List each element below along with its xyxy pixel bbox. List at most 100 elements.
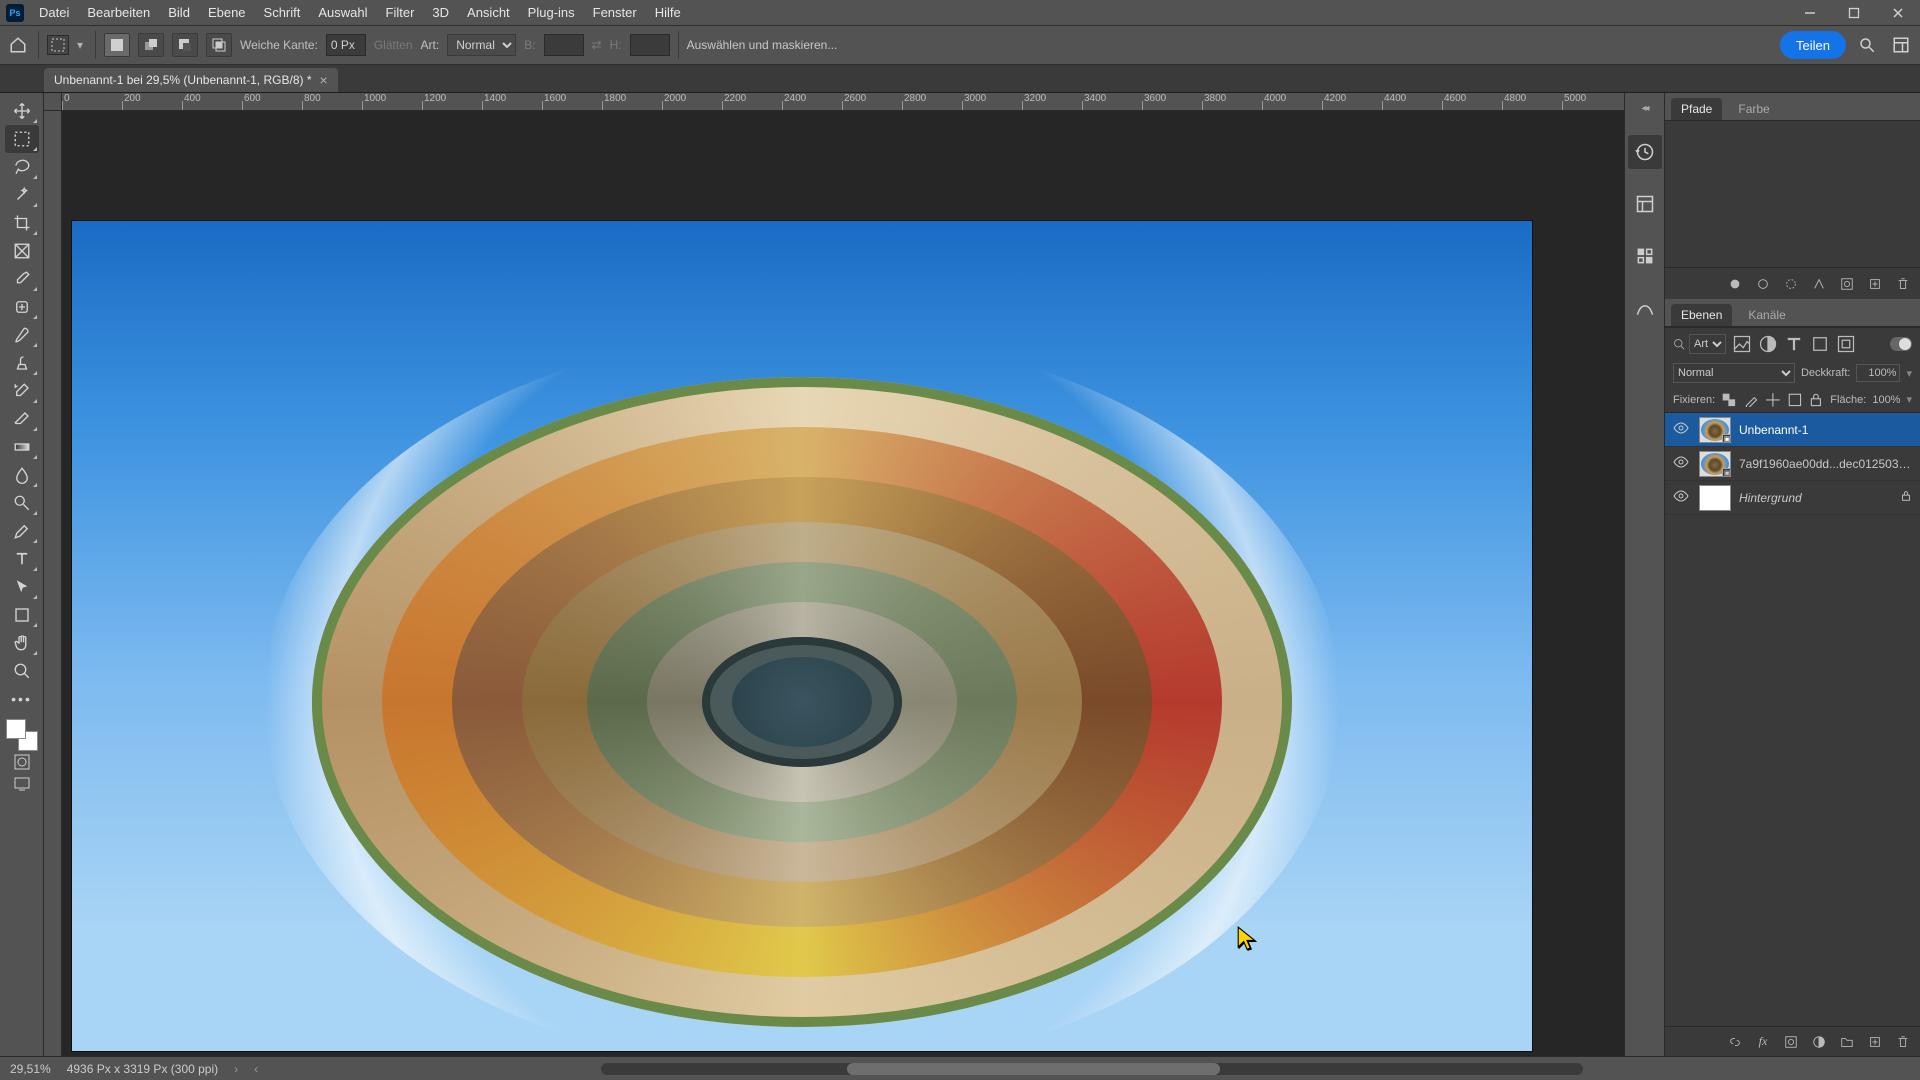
tab-channels[interactable]: Kanäle [1738,304,1795,326]
tab-layers[interactable]: Ebenen [1671,304,1732,326]
menu-layer[interactable]: Ebene [199,0,255,25]
visibility-toggle-icon[interactable] [1673,456,1691,471]
selection-intersect-button[interactable] [206,33,232,57]
current-tool-preset[interactable] [47,35,69,55]
edit-toolbar[interactable]: ••• [5,685,39,713]
opacity-input[interactable]: 100% [1856,364,1900,382]
pen-tool[interactable] [5,517,39,545]
filter-toggle[interactable] [1890,337,1912,351]
document-image[interactable] [72,221,1532,1051]
shape-tool[interactable] [5,601,39,629]
screen-mode-icon[interactable] [5,773,39,795]
workspace-icon[interactable] [1888,32,1914,58]
selection-subtract-button[interactable] [172,33,198,57]
layer-name[interactable]: Hintergrund [1739,491,1892,505]
menu-type[interactable]: Schrift [255,0,310,25]
blend-mode-select[interactable]: Normal [1673,363,1795,383]
layer-filter-kind-select[interactable]: Art [1689,334,1726,354]
window-maximize-button[interactable] [1832,0,1876,25]
menu-select[interactable]: Auswahl [309,0,376,25]
chevron-right-icon[interactable]: › [234,1062,238,1076]
lock-transparency-icon[interactable] [1721,391,1737,409]
layer-row[interactable]: ▣ 7a9f1960ae00dd...dec012503e4d9 [1665,447,1920,481]
home-icon[interactable] [6,33,30,57]
menu-window[interactable]: Fenster [584,0,646,25]
expand-dock-icon[interactable]: ◂◂ [1625,103,1664,117]
window-close-button[interactable] [1876,0,1920,25]
type-tool[interactable] [5,545,39,573]
horizontal-scrollbar[interactable] [274,1063,1910,1075]
window-minimize-button[interactable] [1788,0,1832,25]
lasso-tool[interactable] [5,153,39,181]
blur-tool[interactable] [5,461,39,489]
add-mask-icon[interactable] [1838,275,1856,293]
color-swatches[interactable] [6,719,38,751]
ruler-horizontal[interactable]: 0 200 400 600 800 1000 1200 1400 1600 18… [62,93,1624,111]
menu-edit[interactable]: Bearbeiten [78,0,159,25]
menu-filter[interactable]: Filter [377,0,424,25]
layer-thumbnail[interactable] [1699,485,1731,511]
adjustment-layer-icon[interactable] [1810,1033,1828,1051]
layer-row[interactable]: Hintergrund [1665,481,1920,515]
filter-pixel-icon[interactable] [1732,334,1752,354]
layer-name[interactable]: 7a9f1960ae00dd...dec012503e4d9 [1739,457,1912,471]
properties-panel-icon[interactable] [1628,187,1662,221]
chevron-left-icon[interactable]: ‹ [254,1062,258,1076]
spot-heal-tool[interactable] [5,293,39,321]
move-tool[interactable] [5,97,39,125]
menu-view[interactable]: Ansicht [458,0,519,25]
lock-all-icon[interactable] [1808,391,1824,409]
selection-add-button[interactable] [138,33,164,57]
menu-image[interactable]: Bild [159,0,199,25]
eraser-tool[interactable] [5,405,39,433]
delete-layer-icon[interactable] [1894,1033,1912,1051]
zoom-tool[interactable] [5,657,39,685]
delete-path-icon[interactable] [1894,275,1912,293]
layer-thumbnail[interactable]: ▣ [1699,451,1731,477]
crop-tool[interactable] [5,209,39,237]
layer-group-icon[interactable] [1838,1033,1856,1051]
menu-help[interactable]: Hilfe [646,0,690,25]
fill-input[interactable]: 100% [1872,394,1900,406]
chevron-down-icon[interactable]: ▾ [1906,393,1912,406]
select-and-mask-button[interactable]: Auswählen und maskieren... [687,38,838,52]
history-panel-icon[interactable] [1628,135,1662,169]
history-brush-tool[interactable] [5,377,39,405]
menu-plugins[interactable]: Plug-ins [519,0,584,25]
swatches-panel-icon[interactable] [1628,239,1662,273]
lock-position-icon[interactable] [1765,391,1781,409]
layer-style-icon[interactable]: fx [1754,1033,1772,1051]
tab-color[interactable]: Farbe [1728,98,1779,120]
clone-stamp-tool[interactable] [5,349,39,377]
layer-thumbnail[interactable]: ▣ [1699,417,1731,443]
fill-path-icon[interactable] [1726,275,1744,293]
dodge-tool[interactable] [5,489,39,517]
visibility-toggle-icon[interactable] [1673,490,1691,505]
path-select-tool[interactable] [5,573,39,601]
style-select[interactable]: Normal [447,34,516,56]
document-tab[interactable]: Unbenannt-1 bei 29,5% (Unbenannt-1, RGB/… [44,68,338,92]
selection-new-button[interactable] [104,33,130,57]
foreground-color-swatch[interactable] [6,719,26,739]
quick-mask-icon[interactable] [5,751,39,773]
ruler-vertical[interactable] [44,111,62,1056]
menu-3d[interactable]: 3D [423,0,458,25]
layer-list[interactable]: ▣ Unbenannt-1 ▣ 7a9f1960ae00dd...dec0125… [1665,413,1920,1026]
lock-artboard-icon[interactable] [1787,391,1803,409]
menu-file[interactable]: Datei [30,0,78,25]
filter-adjust-icon[interactable] [1758,334,1778,354]
filter-smart-icon[interactable] [1836,334,1856,354]
layer-name[interactable]: Unbenannt-1 [1739,423,1912,437]
chevron-down-icon[interactable]: ▾ [77,38,87,52]
brush-tool[interactable] [5,321,39,349]
tab-paths[interactable]: Pfade [1671,98,1722,120]
filter-shape-icon[interactable] [1810,334,1830,354]
canvas[interactable] [62,111,1624,1056]
document-info[interactable]: 4936 Px x 3319 Px (300 ppi) [67,1062,218,1076]
layer-row[interactable]: ▣ Unbenannt-1 [1665,413,1920,447]
hand-tool[interactable] [5,629,39,657]
chevron-down-icon[interactable]: ▾ [1906,367,1912,380]
adjustments-panel-icon[interactable] [1628,291,1662,325]
lock-pixels-icon[interactable] [1743,391,1759,409]
layer-mask-icon[interactable] [1782,1033,1800,1051]
